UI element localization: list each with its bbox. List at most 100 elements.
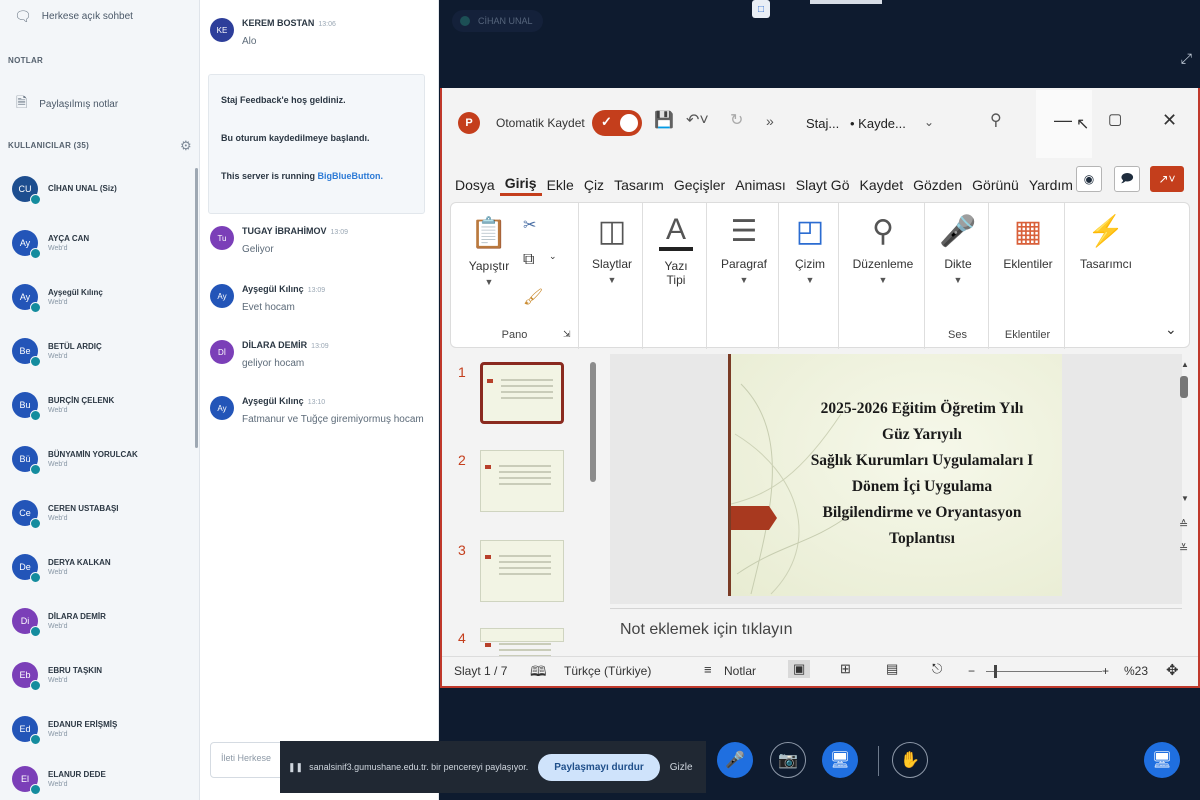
fullscreen-share-button[interactable]: 🖥 (1144, 742, 1180, 778)
format-painter-icon[interactable]: 🖌 (523, 287, 543, 307)
slide-thumbnail[interactable] (480, 540, 564, 602)
comments-icon[interactable]: 🗩 (1114, 166, 1140, 192)
restore-icon[interactable]: ▢ (1108, 110, 1122, 128)
search-icon[interactable]: ⚲ (990, 110, 1002, 130)
ribbon-tab[interactable]: Dosya (450, 177, 500, 193)
designer-button[interactable]: ⚡ Tasarımcı (1067, 215, 1145, 271)
ribbon-tab[interactable]: Görünü (967, 177, 1024, 193)
addins-button[interactable]: ▦ Eklentiler (991, 215, 1065, 271)
screen-share-button[interactable]: 🖥 (822, 742, 858, 778)
zoom-slider[interactable] (986, 665, 1102, 678)
language-label[interactable]: Türkçe (Türkiye) (564, 664, 651, 678)
ribbon-tab[interactable]: Gözden (908, 177, 967, 193)
more-commands-icon[interactable]: » (766, 113, 774, 129)
ribbon-tab[interactable]: Geçişler (669, 177, 730, 193)
user-list-item[interactable]: Di DİLARA DEMİR Web'd (12, 608, 192, 637)
microphone-button[interactable]: 🎤 (717, 742, 753, 778)
ribbon-tab[interactable]: Yardım (1024, 177, 1078, 193)
save-icon[interactable]: 💾 (654, 110, 674, 130)
scroll-down-icon[interactable]: ▼ (1181, 494, 1189, 503)
avatar-initials: Bü (19, 454, 31, 464)
top-bar-handle[interactable] (810, 0, 882, 4)
sidebar-scrollbar[interactable] (195, 168, 198, 448)
scroll-up-icon[interactable]: ▲ (1181, 360, 1189, 369)
normal-view-icon[interactable]: ▣ (788, 660, 811, 678)
ribbon-tab[interactable]: Slayt Gö (791, 177, 855, 193)
collapse-ribbon-icon[interactable]: ⌄ (1165, 321, 1177, 338)
notes-button[interactable]: Notlar (724, 664, 756, 678)
paragraph-button[interactable]: ☰ Paragraf ▼ (709, 215, 779, 285)
public-chat-item[interactable]: 🗨 Herkese açık sohbet (4, 8, 143, 25)
zoom-slider-thumb[interactable] (994, 665, 997, 678)
ribbon-tab[interactable]: Çiz (579, 177, 609, 193)
document-save-status[interactable]: • Kayde... (850, 116, 906, 131)
user-list-item[interactable]: Ay Ayşegül Kılınç Web'd (12, 284, 192, 313)
user-list-item[interactable]: Bu BURÇİN ÇELENK Web'd (12, 392, 192, 421)
autosave-toggle[interactable]: ✓ (592, 110, 642, 136)
user-list-item[interactable]: De DERYA KALKAN Web'd (12, 554, 192, 583)
current-slide[interactable]: 2025-2026 Eğitim Öğretim Yılı Güz Yarıyıl… (728, 354, 1062, 596)
slides-button[interactable]: ◫ Slaytlar ▼ (581, 215, 643, 285)
app-icon: □ (752, 0, 770, 18)
shared-notes-item[interactable]: 🗎 Paylaşılmış notlar (6, 92, 128, 116)
notes-icon[interactable]: ≡ (704, 662, 712, 677)
slide-thumbnail[interactable] (480, 362, 564, 424)
hide-banner-button[interactable]: Gizle (670, 762, 693, 773)
camera-button[interactable]: 📷 (770, 742, 806, 778)
user-list-item[interactable]: Eb EBRU TAŞKIN Web'd (12, 662, 192, 691)
thumbnails-scrollbar[interactable] (590, 362, 596, 482)
slide-thumbnail[interactable] (480, 450, 564, 512)
scroll-thumb[interactable] (1180, 376, 1188, 398)
cut-icon[interactable]: ✂ (523, 215, 536, 235)
undo-icon[interactable]: ↶˅ (686, 110, 709, 130)
chevron-down-icon[interactable]: ⌄ (924, 115, 934, 129)
gear-icon[interactable]: ⚙ (180, 138, 192, 154)
zoom-out-icon[interactable]: − (968, 664, 975, 678)
close-icon[interactable]: ✕ (1162, 110, 1177, 131)
fit-to-window-icon[interactable]: ✥ (1166, 661, 1179, 679)
zoom-in-icon[interactable]: + (1102, 664, 1109, 678)
drawing-button[interactable]: ◰ Çizim ▼ (781, 215, 839, 285)
bigbluebutton-link[interactable]: BigBlueButton. (318, 171, 384, 181)
slide-sorter-icon[interactable]: ⊞ (840, 661, 851, 677)
zoom-level[interactable]: %23 (1124, 664, 1148, 678)
font-button[interactable]: A Yazı Tipi (645, 213, 707, 287)
ribbon-tab[interactable]: Tasarım (609, 177, 669, 193)
fullscreen-icon[interactable]: ⤢ (1181, 50, 1192, 67)
dictate-button[interactable]: 🎤 Dikte ▼ (927, 215, 989, 285)
redo-icon[interactable]: ↻ (730, 110, 743, 130)
spellcheck-icon[interactable]: 🕮 (530, 661, 547, 685)
raise-hand-button[interactable]: ✋ (892, 742, 928, 778)
user-list-item[interactable]: Ed EDANUR ERİŞMİŞ Web'd (12, 716, 192, 745)
message-time: 13:09 (330, 229, 349, 236)
dialog-launcher-icon[interactable]: ⇲ (563, 329, 571, 340)
ribbon-tab[interactable]: Kaydet (855, 177, 909, 193)
user-list-item[interactable]: Be BETÜL ARDIÇ Web'd (12, 338, 192, 367)
user-role: Web'd (48, 299, 68, 306)
slide-thumbnail[interactable] (480, 628, 564, 647)
copy-icon[interactable]: ⧉ (523, 251, 534, 269)
stop-sharing-button[interactable]: Paylaşmayı durdur (538, 753, 660, 781)
copy-dropdown-icon[interactable]: ⌄ (549, 251, 557, 262)
previous-slide-icon[interactable]: ≙ (1179, 518, 1188, 531)
share-icon[interactable]: ↗˅ (1150, 166, 1184, 192)
ribbon-tab[interactable]: Animası (730, 177, 791, 193)
reading-view-icon[interactable]: ▤ (886, 661, 898, 677)
ribbon-tab[interactable]: Giriş (499, 175, 542, 196)
user-list-item[interactable]: Bü BÜNYAMİN YORULCAK Web'd (12, 446, 192, 475)
user-list-item[interactable]: Ce CEREN USTABAŞI Web'd (12, 500, 192, 529)
record-icon[interactable]: ◉ (1076, 166, 1102, 192)
user-list-item[interactable]: CU CİHAN UNAL (Siz) (12, 176, 192, 205)
editing-button[interactable]: ⚲ Düzenleme ▼ (841, 215, 925, 285)
user-list-item[interactable]: El ELANUR DEDE Web'd (12, 766, 192, 795)
document-title[interactable]: Staj... (806, 116, 839, 131)
avatar-initials: Eb (19, 670, 31, 680)
minimize-icon[interactable]: — (1054, 110, 1072, 131)
ribbon-tab[interactable]: Ekle (542, 177, 579, 193)
next-slide-icon[interactable]: ≚ (1179, 542, 1188, 555)
editing-group: ⚲ Düzenleme ▼ (841, 203, 925, 349)
notes-pane[interactable]: Not eklemek için tıklayın (610, 608, 1182, 652)
user-list-item[interactable]: Ay AYÇA CAN Web'd (12, 230, 192, 259)
paste-button[interactable]: 📋 Yapıştır ▼ (457, 217, 521, 287)
slideshow-icon[interactable]: ⎋ (932, 661, 942, 677)
